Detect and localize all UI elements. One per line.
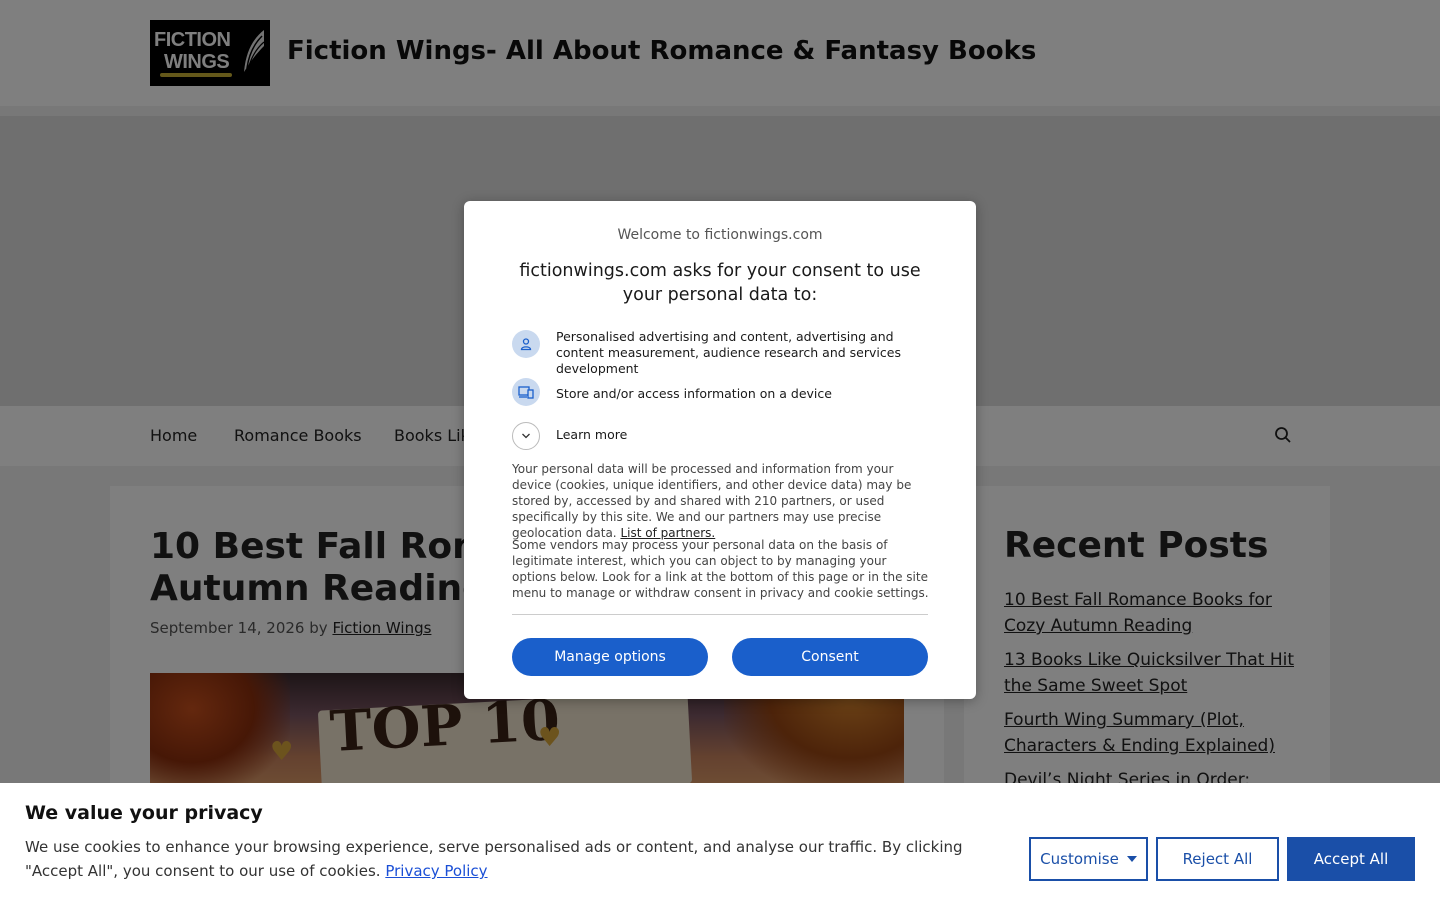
- reject-all-button[interactable]: Reject All: [1156, 837, 1279, 881]
- purpose-store-access: Store and/or access information on a dev…: [556, 386, 832, 401]
- customise-label: Customise: [1040, 850, 1119, 868]
- person-icon: [512, 330, 540, 358]
- cookie-banner-text: We use cookies to enhance your browsing …: [25, 835, 1015, 883]
- device-icon: [512, 378, 540, 406]
- consent-welcome: Welcome to fictionwings.com: [617, 227, 823, 243]
- consent-dialog: Welcome to fictionwings.com fictionwings…: [464, 201, 976, 699]
- accept-all-button[interactable]: Accept All: [1287, 837, 1415, 881]
- consent-heading: fictionwings.com asks for your consent t…: [519, 261, 921, 305]
- manage-options-button[interactable]: Manage options: [512, 638, 708, 676]
- cookie-banner-title: We value your privacy: [25, 802, 263, 824]
- learn-more-toggle[interactable]: Learn more: [556, 427, 926, 443]
- customise-button[interactable]: Customise: [1029, 837, 1148, 881]
- privacy-policy-link[interactable]: Privacy Policy: [385, 862, 487, 880]
- cookie-banner: We value your privacy We use cookies to …: [0, 783, 1440, 900]
- purpose-personalised-ads: Personalised advertising and content, ad…: [556, 329, 901, 376]
- consent-button[interactable]: Consent: [732, 638, 928, 676]
- consent-paragraph-data: Your personal data will be processed and…: [512, 461, 930, 541]
- consent-paragraph-vendors: Some vendors may process your personal d…: [512, 538, 929, 600]
- caret-down-icon: [1126, 856, 1137, 862]
- divider: [512, 614, 928, 615]
- chevron-down-icon[interactable]: [512, 422, 540, 450]
- cookie-banner-body: We use cookies to enhance your browsing …: [25, 838, 963, 880]
